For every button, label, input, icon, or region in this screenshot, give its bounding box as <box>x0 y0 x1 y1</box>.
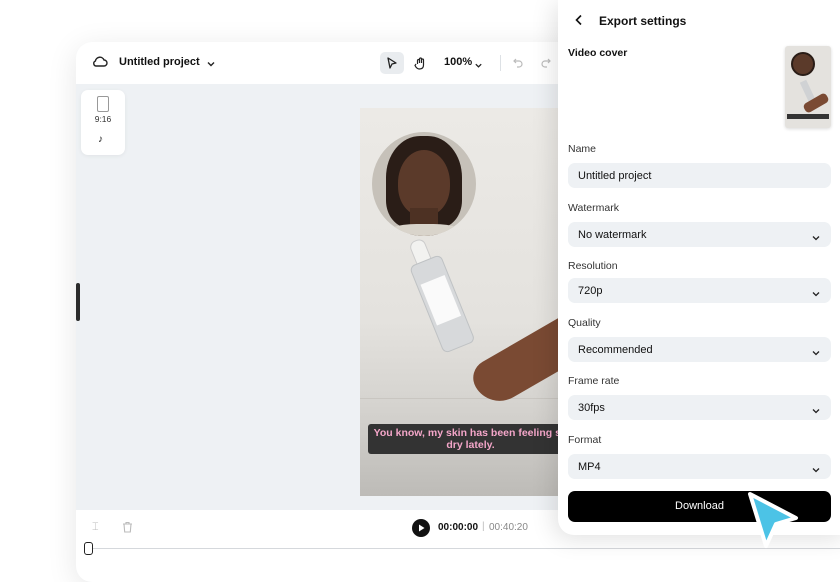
play-button[interactable] <box>412 519 430 537</box>
pointer-cursor-icon <box>746 490 802 555</box>
format-value: MP4 <box>578 461 601 473</box>
aspect-ratio-label: 9:16 <box>94 114 112 124</box>
tiktok-icon: ♪ <box>98 134 103 145</box>
video-cover-thumbnail[interactable] <box>785 46 831 128</box>
back-arrow-icon[interactable] <box>574 13 584 31</box>
watermark-select[interactable]: No watermark <box>568 222 831 247</box>
quality-select[interactable]: Recommended <box>568 337 831 362</box>
undo-icon[interactable] <box>512 56 524 74</box>
resolution-value: 720p <box>578 285 603 297</box>
format-label: Format <box>568 434 602 446</box>
panel-collapse-handle[interactable] <box>76 283 80 321</box>
quality-label: Quality <box>568 317 601 329</box>
frame-rate-value: 30fps <box>578 402 605 414</box>
name-label: Name <box>568 143 597 155</box>
chevron-down-icon <box>811 286 821 304</box>
export-settings-panel: Export settings Video cover Name Untitle… <box>558 0 840 535</box>
watermark-label: Watermark <box>568 202 619 214</box>
cloud-icon[interactable] <box>92 55 108 74</box>
speaker-video-circle <box>372 132 476 236</box>
frame-rate-label: Frame rate <box>568 375 620 387</box>
chevron-down-icon <box>811 462 821 480</box>
video-caption: You know, my skin has been feeling so dr… <box>368 424 573 454</box>
hand-pan-icon[interactable] <box>408 52 432 74</box>
toolbar-divider <box>500 55 501 71</box>
resolution-label: Resolution <box>568 260 618 272</box>
timeline[interactable] <box>76 542 840 582</box>
split-icon[interactable]: ⌶ <box>92 521 99 534</box>
quality-value: Recommended <box>578 344 653 356</box>
project-title[interactable]: Untitled project <box>119 56 200 68</box>
select-pointer-icon[interactable] <box>380 52 404 74</box>
frame-rate-select[interactable]: 30fps <box>568 395 831 420</box>
watermark-value: No watermark <box>578 229 647 241</box>
panel-title: Export settings <box>599 14 687 28</box>
time-separator: | <box>482 521 485 532</box>
playhead-handle[interactable] <box>84 542 93 555</box>
chevron-down-icon <box>811 230 821 248</box>
chevron-down-icon <box>811 403 821 421</box>
resolution-select[interactable]: 720p <box>568 278 831 303</box>
chevron-down-icon <box>811 345 821 363</box>
timeline-track <box>88 548 840 549</box>
video-preview[interactable]: You know, my skin has been feeling so dr… <box>360 108 580 496</box>
total-time: 00:40:20 <box>489 522 528 533</box>
redo-icon[interactable] <box>540 56 552 74</box>
format-select[interactable]: MP4 <box>568 454 831 479</box>
name-value: Untitled project <box>578 170 652 182</box>
zoom-chevron-icon[interactable] <box>474 57 483 75</box>
serum-bottle-image <box>397 233 479 359</box>
name-input[interactable]: Untitled project <box>568 163 831 188</box>
current-time: 00:00:00 <box>438 522 479 533</box>
zoom-level[interactable]: 100% <box>444 56 472 68</box>
chevron-down-icon[interactable] <box>206 56 216 74</box>
table-edge <box>360 398 580 399</box>
video-cover-label: Video cover <box>568 47 628 59</box>
trash-icon[interactable] <box>122 520 133 538</box>
aspect-ratio-card[interactable]: 9:16 ♪ <box>81 90 125 155</box>
phone-frame-icon <box>97 96 109 112</box>
